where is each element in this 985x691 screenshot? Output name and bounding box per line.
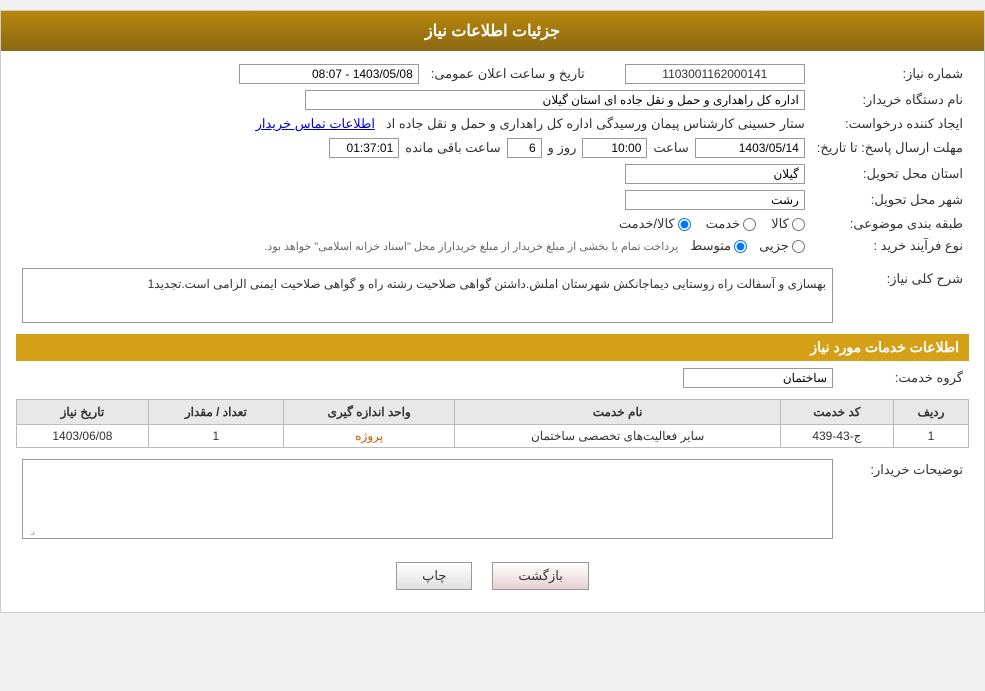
- purchase-jozi-label: جزیی: [759, 238, 789, 254]
- category-kala-khadamat-item: کالا/خدمت: [619, 216, 691, 232]
- province-input[interactable]: [625, 164, 805, 184]
- col-quantity: تعداد / مقدار: [148, 400, 283, 425]
- city-input[interactable]: [625, 190, 805, 210]
- province-label: استان محل تحویل:: [811, 161, 969, 187]
- purchase-jozi-item: جزیی: [759, 238, 805, 254]
- need-number-value: 1103001162000141: [591, 61, 811, 87]
- cell-quantity: 1: [148, 425, 283, 448]
- col-unit: واحد اندازه گیری: [283, 400, 454, 425]
- description-text: بهسازی و آسفالت راه روستایی دیماجانکش شه…: [22, 268, 833, 323]
- col-name: نام خدمت: [455, 400, 780, 425]
- cell-code: ج-43-439: [780, 425, 893, 448]
- service-group-input[interactable]: [683, 368, 833, 388]
- category-kala-label: کالا: [771, 216, 789, 232]
- print-button[interactable]: چاپ: [396, 562, 472, 590]
- cell-row: 1: [893, 425, 968, 448]
- cell-date: 1403/06/08: [17, 425, 149, 448]
- send-deadline-label: مهلت ارسال پاسخ: تا تاریخ:: [811, 135, 969, 161]
- send-deadline-row: ساعت روز و ساعت باقی مانده: [16, 135, 811, 161]
- buyer-org-label: نام دستگاه خریدار:: [811, 87, 969, 113]
- province-value: [591, 161, 811, 187]
- creator-contact-link[interactable]: اطلاعات تماس خریدار: [256, 116, 375, 131]
- purchase-type-label: نوع فرآیند خرید :: [811, 235, 969, 257]
- category-kala-khadamat-radio[interactable]: [678, 218, 691, 231]
- send-date-input[interactable]: [695, 138, 805, 158]
- public-announce-input[interactable]: [239, 64, 419, 84]
- send-time-input[interactable]: [582, 138, 647, 158]
- buyer-org-value: [16, 87, 811, 113]
- resize-handle[interactable]: ⌟: [25, 526, 35, 536]
- send-remaining-input[interactable]: [329, 138, 399, 158]
- cell-unit: پروژه: [283, 425, 454, 448]
- buyer-notes-box[interactable]: ⌟: [22, 459, 833, 539]
- services-header: اطلاعات خدمات مورد نیاز: [16, 334, 969, 361]
- need-number-label: شماره نیاز:: [811, 61, 969, 87]
- category-khadamat-radio[interactable]: [743, 218, 756, 231]
- service-group-table: گروه خدمت:: [16, 365, 969, 391]
- buyer-notes-cell: ⌟: [16, 456, 839, 542]
- cell-name: سایر فعالیت‌های تخصصی ساختمان: [455, 425, 780, 448]
- services-data-table: ردیف کد خدمت نام خدمت واحد اندازه گیری ت…: [16, 399, 969, 448]
- creator-label: ایجاد کننده درخواست:: [811, 113, 969, 135]
- need-number-box: 1103001162000141: [625, 64, 805, 84]
- buttons-row: بازگشت چاپ: [16, 550, 969, 602]
- purchase-type-note: پرداخت تمام یا بخشی از مبلغ خریدار از مب…: [264, 240, 678, 253]
- col-row: ردیف: [893, 400, 968, 425]
- service-group-label: گروه خدمت:: [839, 365, 969, 391]
- creator-text: ستار حسینی کارشناس پیمان ورسیدگی اداره ک…: [386, 116, 805, 131]
- page-title: جزئیات اطلاعات نیاز: [425, 23, 560, 40]
- category-kala-khadamat-label: کالا/خدمت: [619, 216, 675, 232]
- creator-value: ستار حسینی کارشناس پیمان ورسیدگی اداره ک…: [16, 113, 811, 135]
- send-days-label: روز و: [548, 140, 577, 156]
- city-label: شهر محل تحویل:: [811, 187, 969, 213]
- purchase-type-row: جزیی متوسط پرداخت تمام یا بخشی از مبلغ خ…: [16, 235, 811, 257]
- purchase-jozi-radio[interactable]: [792, 240, 805, 253]
- purchase-motavaset-label: متوسط: [690, 238, 731, 254]
- buyer-notes-table: توضیحات خریدار: ⌟: [16, 456, 969, 542]
- city-value: [591, 187, 811, 213]
- category-label: طبقه بندی موضوعی:: [811, 213, 969, 235]
- category-row: کالا خدمت کالا/خدمت: [16, 213, 811, 235]
- public-announce-label: تاریخ و ساعت اعلان عمومی:: [425, 61, 591, 87]
- category-khadamat-item: خدمت: [706, 216, 757, 232]
- description-label: شرح کلی نیاز:: [839, 265, 969, 326]
- page-header: جزئیات اطلاعات نیاز: [1, 11, 984, 51]
- buyer-notes-label: توضیحات خریدار:: [839, 456, 969, 542]
- public-announce-value: [16, 61, 425, 87]
- category-kala-radio[interactable]: [792, 218, 805, 231]
- send-time-label: ساعت: [653, 140, 688, 156]
- service-group-value: [16, 365, 839, 391]
- purchase-motavaset-item: متوسط: [690, 238, 747, 254]
- send-remaining-label: ساعت باقی مانده: [405, 140, 500, 156]
- send-days-input[interactable]: [507, 138, 542, 158]
- description-cell: بهسازی و آسفالت راه روستایی دیماجانکش شه…: [16, 265, 839, 326]
- back-button[interactable]: بازگشت: [492, 562, 588, 590]
- col-code: کد خدمت: [780, 400, 893, 425]
- col-date: تاریخ نیاز: [17, 400, 149, 425]
- purchase-motavaset-radio[interactable]: [734, 240, 747, 253]
- main-info-table: شماره نیاز: 1103001162000141 تاریخ و ساع…: [16, 61, 969, 257]
- category-kala-item: کالا: [771, 216, 805, 232]
- category-khadamat-label: خدمت: [706, 216, 741, 232]
- description-table: شرح کلی نیاز: بهسازی و آسفالت راه روستای…: [16, 265, 969, 326]
- buyer-org-input[interactable]: [305, 90, 805, 110]
- table-row: 1 ج-43-439 سایر فعالیت‌های تخصصی ساختمان…: [17, 425, 969, 448]
